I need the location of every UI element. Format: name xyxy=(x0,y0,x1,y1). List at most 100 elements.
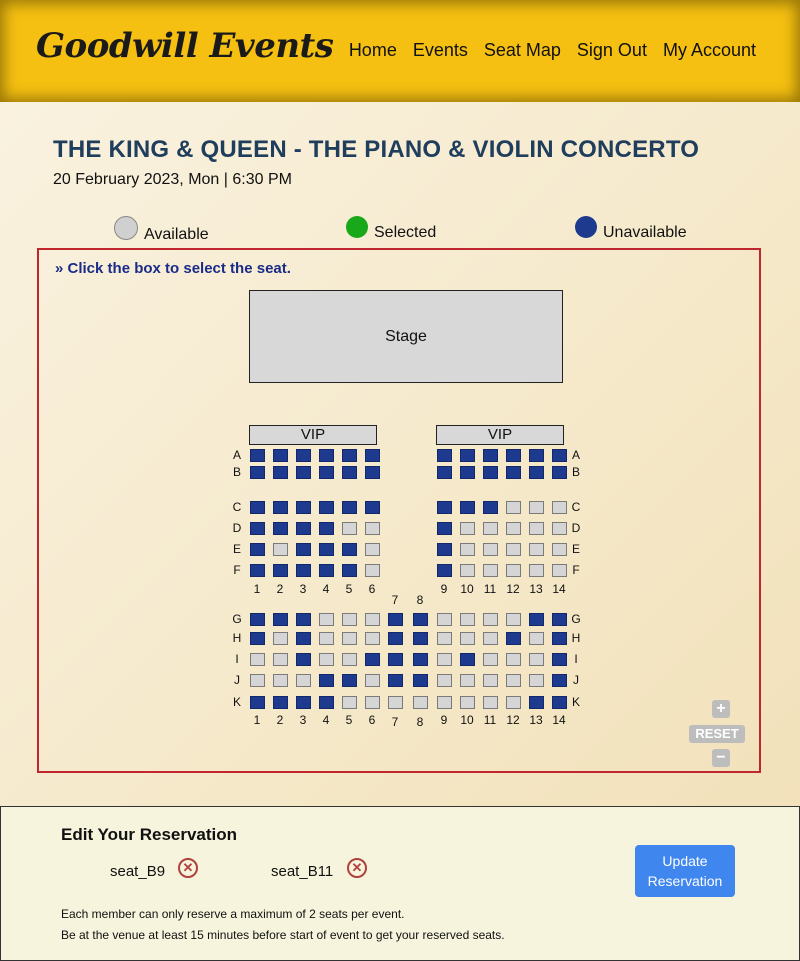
seat-K3[interactable] xyxy=(296,696,311,709)
seat-K11[interactable] xyxy=(483,696,498,709)
seat-H5[interactable] xyxy=(342,632,357,645)
nav-sign-out[interactable]: Sign Out xyxy=(577,40,647,61)
seat-F5[interactable] xyxy=(342,564,357,577)
seat-H14[interactable] xyxy=(552,632,567,645)
seat-C13[interactable] xyxy=(529,501,544,514)
seat-B2[interactable] xyxy=(273,466,288,479)
seat-E11[interactable] xyxy=(483,543,498,556)
nav-events[interactable]: Events xyxy=(413,40,468,61)
seat-I8[interactable] xyxy=(413,653,428,666)
seat-B3[interactable] xyxy=(296,466,311,479)
seat-F4[interactable] xyxy=(319,564,334,577)
seat-D1[interactable] xyxy=(250,522,265,535)
seat-D10[interactable] xyxy=(460,522,475,535)
seat-D13[interactable] xyxy=(529,522,544,535)
seat-I11[interactable] xyxy=(483,653,498,666)
seat-J14[interactable] xyxy=(552,674,567,687)
seat-G2[interactable] xyxy=(273,613,288,626)
seat-A12[interactable] xyxy=(506,449,521,462)
seat-H3[interactable] xyxy=(296,632,311,645)
seat-K4[interactable] xyxy=(319,696,334,709)
seat-H2[interactable] xyxy=(273,632,288,645)
seat-K14[interactable] xyxy=(552,696,567,709)
seat-I2[interactable] xyxy=(273,653,288,666)
seat-C6[interactable] xyxy=(365,501,380,514)
seat-I14[interactable] xyxy=(552,653,567,666)
seat-H6[interactable] xyxy=(365,632,380,645)
seat-J1[interactable] xyxy=(250,674,265,687)
zoom-out-button[interactable]: − xyxy=(712,749,730,767)
seat-I13[interactable] xyxy=(529,653,544,666)
seat-F9[interactable] xyxy=(437,564,452,577)
seat-G9[interactable] xyxy=(437,613,452,626)
seat-C4[interactable] xyxy=(319,501,334,514)
seat-C5[interactable] xyxy=(342,501,357,514)
seat-J8[interactable] xyxy=(413,674,428,687)
seat-H10[interactable] xyxy=(460,632,475,645)
seat-G7[interactable] xyxy=(388,613,403,626)
remove-seat-icon[interactable]: ✕ xyxy=(178,858,198,878)
seat-G11[interactable] xyxy=(483,613,498,626)
seat-G13[interactable] xyxy=(529,613,544,626)
seat-B11[interactable] xyxy=(483,466,498,479)
seat-F6[interactable] xyxy=(365,564,380,577)
seat-K2[interactable] xyxy=(273,696,288,709)
seat-G8[interactable] xyxy=(413,613,428,626)
seat-D14[interactable] xyxy=(552,522,567,535)
seat-K5[interactable] xyxy=(342,696,357,709)
seat-E5[interactable] xyxy=(342,543,357,556)
seat-C11[interactable] xyxy=(483,501,498,514)
seat-J12[interactable] xyxy=(506,674,521,687)
seat-D5[interactable] xyxy=(342,522,357,535)
seat-B1[interactable] xyxy=(250,466,265,479)
seat-I5[interactable] xyxy=(342,653,357,666)
reset-button[interactable]: RESET xyxy=(689,725,745,743)
seat-J3[interactable] xyxy=(296,674,311,687)
seat-F3[interactable] xyxy=(296,564,311,577)
seat-H13[interactable] xyxy=(529,632,544,645)
seat-I12[interactable] xyxy=(506,653,521,666)
seat-A5[interactable] xyxy=(342,449,357,462)
seat-A9[interactable] xyxy=(437,449,452,462)
seat-H7[interactable] xyxy=(388,632,403,645)
seat-B6[interactable] xyxy=(365,466,380,479)
seat-E2[interactable] xyxy=(273,543,288,556)
seat-D3[interactable] xyxy=(296,522,311,535)
seat-J7[interactable] xyxy=(388,674,403,687)
seat-A2[interactable] xyxy=(273,449,288,462)
seat-H9[interactable] xyxy=(437,632,452,645)
seat-B12[interactable] xyxy=(506,466,521,479)
seat-G5[interactable] xyxy=(342,613,357,626)
seat-E14[interactable] xyxy=(552,543,567,556)
seat-H1[interactable] xyxy=(250,632,265,645)
seat-D6[interactable] xyxy=(365,522,380,535)
seat-C2[interactable] xyxy=(273,501,288,514)
seat-F10[interactable] xyxy=(460,564,475,577)
seat-A11[interactable] xyxy=(483,449,498,462)
seat-K12[interactable] xyxy=(506,696,521,709)
seat-E9[interactable] xyxy=(437,543,452,556)
seat-A10[interactable] xyxy=(460,449,475,462)
seat-K13[interactable] xyxy=(529,696,544,709)
seat-C12[interactable] xyxy=(506,501,521,514)
seat-J5[interactable] xyxy=(342,674,357,687)
seat-G6[interactable] xyxy=(365,613,380,626)
seat-E13[interactable] xyxy=(529,543,544,556)
seat-D11[interactable] xyxy=(483,522,498,535)
seat-H4[interactable] xyxy=(319,632,334,645)
seat-F11[interactable] xyxy=(483,564,498,577)
seat-H8[interactable] xyxy=(413,632,428,645)
seat-F2[interactable] xyxy=(273,564,288,577)
seat-J10[interactable] xyxy=(460,674,475,687)
seat-J9[interactable] xyxy=(437,674,452,687)
seat-I7[interactable] xyxy=(388,653,403,666)
seat-B9[interactable] xyxy=(437,466,452,479)
seat-E4[interactable] xyxy=(319,543,334,556)
seat-K6[interactable] xyxy=(365,696,380,709)
seat-D2[interactable] xyxy=(273,522,288,535)
nav-seat-map[interactable]: Seat Map xyxy=(484,40,561,61)
seat-H12[interactable] xyxy=(506,632,521,645)
seat-D4[interactable] xyxy=(319,522,334,535)
seat-J13[interactable] xyxy=(529,674,544,687)
seat-K7[interactable] xyxy=(388,696,403,709)
